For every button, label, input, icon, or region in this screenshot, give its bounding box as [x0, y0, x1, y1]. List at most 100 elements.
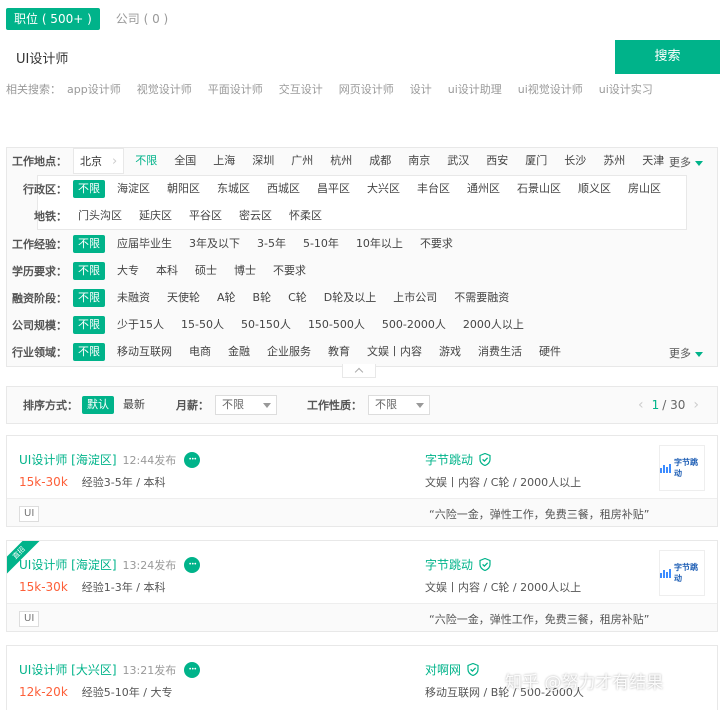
filter-option-district[interactable]: 门头沟区: [73, 207, 127, 225]
sort-newest[interactable]: 最新: [118, 396, 150, 414]
filter-option-industry[interactable]: 消费生活: [473, 343, 527, 361]
tab-companies[interactable]: 公司 ( 0 ): [108, 8, 176, 30]
filter-option-city[interactable]: 长沙: [559, 152, 591, 170]
related-keyword[interactable]: 交互设计: [279, 81, 323, 97]
filter-option-education[interactable]: 不要求: [268, 262, 311, 280]
filter-option-district[interactable]: 海淀区: [112, 180, 155, 198]
filter-option-experience[interactable]: 不限: [73, 235, 105, 253]
filter-option-city[interactable]: 天津: [637, 152, 669, 170]
sort-default[interactable]: 默认: [82, 396, 114, 414]
filter-option-industry[interactable]: 金融: [223, 343, 255, 361]
filter-option-district[interactable]: 通州区: [462, 180, 505, 198]
filter-option-funding[interactable]: 天使轮: [162, 289, 205, 307]
company-name[interactable]: 字节跳动: [425, 451, 473, 468]
filter-option-education[interactable]: 硕士: [190, 262, 222, 280]
company-name[interactable]: 对啊网: [425, 661, 461, 678]
nature-select[interactable]: 不限: [368, 395, 430, 415]
filter-option-education[interactable]: 博士: [229, 262, 261, 280]
chat-icon[interactable]: [184, 451, 201, 468]
filter-option-city[interactable]: 杭州: [325, 152, 357, 170]
related-keyword[interactable]: 网页设计师: [339, 81, 394, 97]
job-title[interactable]: UI设计师 [海淀区]: [19, 556, 117, 573]
filter-option-district[interactable]: 昌平区: [312, 180, 355, 198]
filter-option-industry[interactable]: 教育: [323, 343, 355, 361]
filter-option-industry[interactable]: 移动互联网: [112, 343, 177, 361]
filter-option-city[interactable]: 全国: [169, 152, 201, 170]
filter-option-education[interactable]: 大专: [112, 262, 144, 280]
tab-positions[interactable]: 职位 ( 500+ ): [6, 8, 100, 30]
related-keyword[interactable]: ui设计实习: [599, 81, 653, 97]
filter-option-size[interactable]: 50-150人: [236, 316, 296, 334]
filter-option-experience[interactable]: 不要求: [415, 235, 458, 253]
related-keyword[interactable]: 平面设计师: [208, 81, 263, 97]
filter-option-funding[interactable]: B轮: [248, 289, 277, 307]
filter-option-city[interactable]: 西安: [481, 152, 513, 170]
company-logo[interactable]: 字节跳动: [659, 550, 705, 596]
filter-option-district[interactable]: 密云区: [234, 207, 277, 225]
filter-option-district[interactable]: 西城区: [262, 180, 305, 198]
filter-option-district[interactable]: 顺义区: [573, 180, 616, 198]
filter-label-subway[interactable]: 地铁：: [7, 208, 73, 224]
filter-option-district[interactable]: 不限: [73, 180, 105, 198]
filter-option-education[interactable]: 不限: [73, 262, 105, 280]
filter-option-city[interactable]: 武汉: [442, 152, 474, 170]
job-card[interactable]: UI设计师 [海淀区] 12:44发布 15k-30k 经验3-5年 / 本科 …: [6, 435, 718, 527]
salary-select[interactable]: 不限: [215, 395, 277, 415]
filter-option-funding[interactable]: C轮: [283, 289, 312, 307]
filter-option-district[interactable]: 东城区: [212, 180, 255, 198]
filter-option-city[interactable]: 上海: [208, 152, 240, 170]
filter-option-size[interactable]: 500-2000人: [377, 316, 451, 334]
next-page-icon[interactable]: ›: [693, 397, 699, 413]
prev-page-icon[interactable]: ‹: [638, 397, 644, 413]
filter-option-district[interactable]: 大兴区: [362, 180, 405, 198]
filter-option-size[interactable]: 150-500人: [303, 316, 370, 334]
filter-option-city[interactable]: 不限: [130, 152, 162, 170]
city-selector[interactable]: 北京 ›: [73, 148, 125, 174]
filter-option-funding[interactable]: 未融资: [112, 289, 155, 307]
filter-option-district[interactable]: 石景山区: [512, 180, 566, 198]
company-name[interactable]: 字节跳动: [425, 556, 473, 573]
job-title[interactable]: UI设计师 [大兴区]: [19, 661, 117, 678]
filter-option-size[interactable]: 2000人以上: [458, 316, 529, 334]
filter-option-district[interactable]: 朝阳区: [162, 180, 205, 198]
chat-icon[interactable]: [184, 556, 201, 573]
filter-option-industry[interactable]: 电商: [184, 343, 216, 361]
job-tag[interactable]: UI: [19, 611, 40, 627]
filter-option-district[interactable]: 丰台区: [412, 180, 455, 198]
filter-option-district[interactable]: 房山区: [623, 180, 666, 198]
filter-option-industry[interactable]: 游戏: [434, 343, 466, 361]
filter-option-experience[interactable]: 应届毕业生: [112, 235, 177, 253]
search-button[interactable]: 搜索: [615, 40, 720, 74]
filter-option-experience[interactable]: 3年及以下: [184, 235, 245, 253]
chat-icon[interactable]: [184, 661, 201, 678]
filter-option-city[interactable]: 厦门: [520, 152, 552, 170]
filter-option-experience[interactable]: 5-10年: [298, 235, 344, 253]
job-title[interactable]: UI设计师 [海淀区]: [19, 451, 117, 468]
filter-option-funding[interactable]: A轮: [212, 289, 241, 307]
filter-option-city[interactable]: 苏州: [598, 152, 630, 170]
filter-option-district[interactable]: 平谷区: [184, 207, 227, 225]
filter-option-funding[interactable]: D轮及以上: [319, 289, 381, 307]
filter-option-district[interactable]: 怀柔区: [284, 207, 327, 225]
filter-option-industry[interactable]: 硬件: [534, 343, 566, 361]
filter-option-city[interactable]: 南京: [403, 152, 435, 170]
company-logo[interactable]: 字节跳动: [659, 445, 705, 491]
filter-option-funding[interactable]: 上市公司: [388, 289, 442, 307]
more-cities-button[interactable]: 更多: [669, 154, 703, 170]
filter-option-city[interactable]: 成都: [364, 152, 396, 170]
filter-option-city[interactable]: 深圳: [247, 152, 279, 170]
collapse-filters-button[interactable]: [342, 364, 376, 378]
filter-option-district[interactable]: 延庆区: [134, 207, 177, 225]
search-input[interactable]: [6, 40, 616, 74]
more-industries-button[interactable]: 更多: [669, 345, 703, 361]
filter-option-education[interactable]: 本科: [151, 262, 183, 280]
filter-option-experience[interactable]: 3-5年: [252, 235, 291, 253]
filter-option-city[interactable]: 广州: [286, 152, 318, 170]
related-keyword[interactable]: ui设计助理: [448, 81, 502, 97]
filter-option-size[interactable]: 不限: [73, 316, 105, 334]
job-card[interactable]: 直招 UI设计师 [海淀区] 13:24发布 15k-30k 经验1-3年 / …: [6, 540, 718, 632]
job-tag[interactable]: UI: [19, 506, 40, 522]
related-keyword[interactable]: 设计: [410, 81, 432, 97]
filter-option-industry[interactable]: 文娱丨内容: [362, 343, 427, 361]
filter-option-funding[interactable]: 不需要融资: [449, 289, 514, 307]
